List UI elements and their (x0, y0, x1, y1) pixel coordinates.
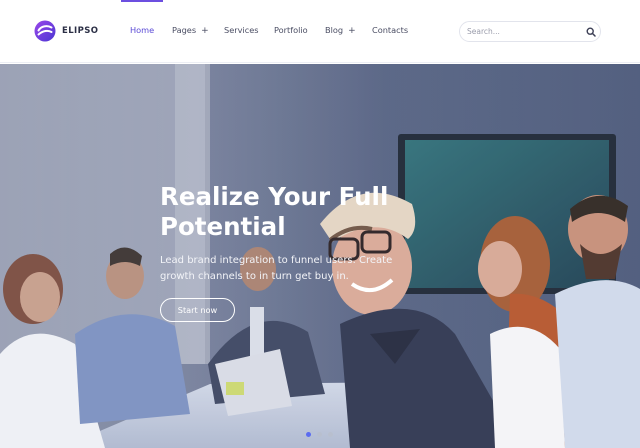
search-input[interactable] (467, 25, 577, 38)
nav-item-services[interactable]: Services (224, 25, 259, 35)
hero-title: Realize Your Full Potential (160, 182, 389, 241)
nav-item-label: Pages (172, 25, 197, 35)
hero-slider: Realize Your Full Potential Lead brand i… (0, 64, 640, 448)
nav-item-portfolio[interactable]: Portfolio (274, 25, 308, 35)
slider-dot[interactable] (317, 432, 322, 437)
nav-item-home[interactable]: Home (130, 25, 154, 35)
hero-subtitle: Lead brand integration to funnel users. … (160, 255, 393, 282)
site-header: ELIPSO Home Pages + Services Portfolio Bl… (0, 0, 640, 63)
active-nav-indicator (121, 0, 163, 2)
nav-item-pages[interactable]: Pages + (172, 25, 209, 36)
plus-icon: + (348, 26, 356, 36)
nav-item-label: Services (224, 25, 259, 35)
slider-dot[interactable] (328, 432, 333, 437)
nav-item-label: Contacts (372, 25, 409, 35)
search-icon[interactable] (586, 27, 596, 37)
slider-dot[interactable] (306, 432, 311, 437)
nav-item-contacts[interactable]: Contacts (372, 25, 408, 35)
nav-item-label: Portfolio (274, 25, 308, 35)
start-now-button[interactable]: Start now (160, 298, 235, 322)
plus-icon: + (201, 26, 209, 36)
slider-pagination (304, 432, 336, 438)
nav-item-label: Home (130, 25, 155, 35)
search-box (459, 21, 601, 42)
nav-item-label: Blog (325, 25, 344, 35)
nav-item-blog[interactable]: Blog + (325, 25, 356, 36)
